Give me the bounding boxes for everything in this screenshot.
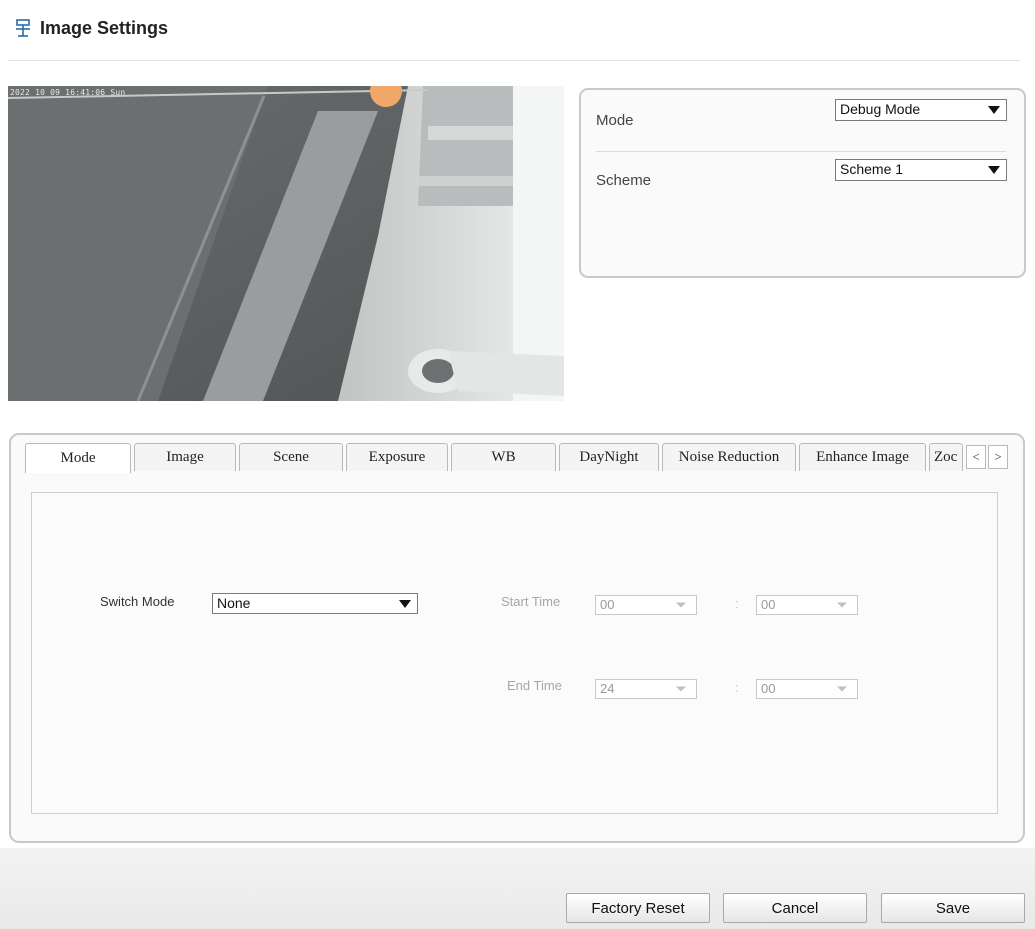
chevron-down-icon — [676, 686, 686, 692]
end-hour-value: 24 — [600, 681, 615, 696]
save-button[interactable]: Save — [881, 893, 1025, 923]
start-hour-value: 00 — [600, 597, 615, 612]
end-minute-value: 00 — [761, 681, 776, 696]
tab-exposure[interactable]: Exposure — [346, 443, 448, 471]
camera-scene-image — [8, 86, 564, 401]
start-minute-value: 00 — [761, 597, 776, 612]
factory-reset-button[interactable]: Factory Reset — [566, 893, 710, 923]
page-header: Image Settings — [14, 12, 168, 44]
switch-mode-select[interactable]: None — [212, 593, 418, 614]
tab-scroll-right-button[interactable]: > — [988, 445, 1008, 469]
chevron-down-icon — [676, 602, 686, 608]
tab-daynight[interactable]: DayNight — [559, 443, 659, 471]
mode-label: Mode — [596, 112, 634, 129]
switch-mode-value: None — [217, 595, 251, 611]
time-separator: : — [735, 680, 739, 695]
switch-mode-label: Switch Mode — [100, 594, 175, 609]
settings-pin-icon — [16, 19, 30, 37]
chevron-down-icon — [399, 599, 411, 608]
mode-tab-content: Switch Mode None Start Time 00 : 00 End … — [31, 492, 998, 814]
tab-image[interactable]: Image — [134, 443, 236, 471]
action-bar: Factory Reset Cancel Save — [0, 848, 1035, 929]
mode-select[interactable]: Debug Mode — [835, 99, 1007, 121]
page-title: Image Settings — [40, 17, 169, 38]
header-divider — [8, 60, 1020, 61]
mode-select-value: Debug Mode — [840, 101, 921, 117]
end-time-label: End Time — [507, 678, 562, 693]
start-time-label: Start Time — [501, 594, 561, 609]
settings-tab-bar: Mode Image Scene Exposure WB DayNight No… — [25, 443, 1015, 473]
tab-noise-reduction[interactable]: Noise Reduction — [662, 443, 796, 471]
time-separator: : — [735, 596, 739, 611]
chevron-down-icon — [837, 602, 847, 608]
tab-wb[interactable]: WB — [451, 443, 556, 471]
mode-panel-divider — [596, 151, 1006, 152]
tab-enhance-image[interactable]: Enhance Image — [799, 443, 926, 471]
chevron-down-icon — [837, 686, 847, 692]
live-video-preview[interactable]: 2022 10 09 16:41:06 Sun — [8, 86, 564, 401]
cancel-button[interactable]: Cancel — [723, 893, 867, 923]
scheme-select[interactable]: Scheme 1 — [835, 159, 1007, 181]
tab-scene[interactable]: Scene — [239, 443, 343, 471]
chevron-down-icon — [988, 106, 1000, 114]
end-hour-select[interactable]: 24 — [595, 679, 697, 699]
start-minute-select[interactable]: 00 — [756, 595, 858, 615]
chevron-down-icon — [988, 166, 1000, 174]
scheme-label: Scheme — [596, 172, 652, 189]
start-hour-select[interactable]: 00 — [595, 595, 697, 615]
mode-scheme-panel: Mode Debug Mode Scheme Scheme 1 — [579, 88, 1026, 278]
tab-mode[interactable]: Mode — [25, 443, 131, 473]
end-minute-select[interactable]: 00 — [756, 679, 858, 699]
image-settings-panel: Mode Image Scene Exposure WB DayNight No… — [9, 433, 1025, 843]
tab-scroll-left-button[interactable]: < — [966, 445, 986, 469]
video-timestamp-osd: 2022 10 09 16:41:06 Sun — [10, 88, 126, 97]
tab-zoom-partial[interactable]: Zoc — [929, 443, 963, 471]
scheme-select-value: Scheme 1 — [840, 161, 904, 177]
